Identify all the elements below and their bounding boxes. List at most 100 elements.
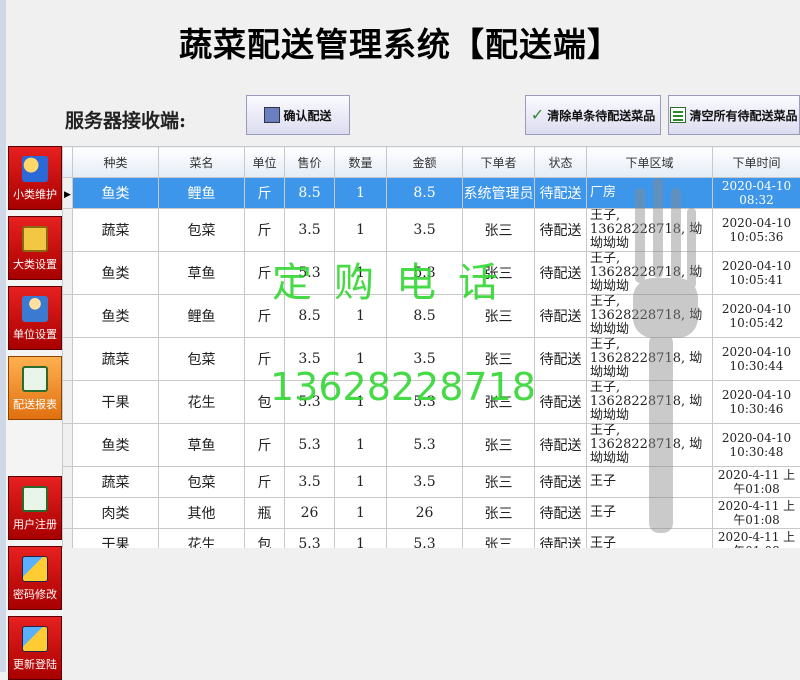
- table-cell: 5.3: [285, 529, 335, 549]
- table-cell: 2020-4-11 上午01:08: [713, 529, 800, 549]
- sidebar-item-password[interactable]: 密码修改: [8, 546, 62, 610]
- column-header[interactable]: 售价: [285, 147, 335, 178]
- table-cell: 2020-04-10 10:30:44: [713, 338, 800, 381]
- row-selector[interactable]: [63, 498, 73, 529]
- table-cell: 1: [335, 467, 387, 498]
- table-cell: 斤: [245, 209, 285, 252]
- table-cell: 包菜: [159, 209, 245, 252]
- row-selector[interactable]: ▶: [63, 178, 73, 209]
- table-cell: 待配送: [535, 467, 587, 498]
- sidebar-item-category[interactable]: 大类设置: [8, 216, 62, 280]
- table-cell: 1: [335, 209, 387, 252]
- watermark-phone: 13628228718: [270, 365, 536, 409]
- table-cell: 3.5: [387, 209, 463, 252]
- sidebar-item-subcategory[interactable]: 小类维护: [8, 146, 62, 210]
- column-header[interactable]: 数量: [335, 147, 387, 178]
- table-cell: 2020-4-11 上午01:08: [713, 467, 800, 498]
- table-cell: 5.3: [387, 529, 463, 549]
- table-cell: 张三: [463, 424, 535, 467]
- check-edit-icon: ✓: [531, 107, 544, 123]
- row-selector[interactable]: [63, 295, 73, 338]
- row-selector[interactable]: [63, 381, 73, 424]
- sidebar-item-relogin[interactable]: 更新登陆: [8, 616, 62, 680]
- sidebar-item-label: 小类维护: [9, 186, 61, 202]
- row-selector[interactable]: [63, 338, 73, 381]
- table-header-row: 种类 菜名 单位 售价 数量 金额 下单者 状态 下单区域 下单时间: [63, 147, 800, 178]
- table-cell: 2020-04-10 10:30:48: [713, 424, 800, 467]
- table-cell: 包: [245, 529, 285, 549]
- sidebar-item-report[interactable]: 配送报表: [8, 356, 62, 420]
- row-selector[interactable]: [63, 209, 73, 252]
- column-header[interactable]: 状态: [535, 147, 587, 178]
- table-cell: 系统管理员: [463, 178, 535, 209]
- table-cell: 鲤鱼: [159, 295, 245, 338]
- table-cell: 2020-4-11 上午01:08: [713, 498, 800, 529]
- table-cell: 瓶: [245, 498, 285, 529]
- table-cell: 3.5: [387, 467, 463, 498]
- current-row-arrow-icon: ▶: [64, 190, 71, 200]
- row-selector[interactable]: [63, 252, 73, 295]
- table-cell: 待配送: [535, 209, 587, 252]
- table-cell: 2020-04-10 10:05:42: [713, 295, 800, 338]
- sidebar-item-unit[interactable]: 单位设置: [8, 286, 62, 350]
- clear-all-button[interactable]: 清空所有待配送菜品: [668, 95, 800, 135]
- clear-sheet-icon: [670, 107, 686, 123]
- table-cell: 包菜: [159, 467, 245, 498]
- sidebar-item-label: 配送报表: [9, 396, 61, 412]
- table-cell: 干果: [73, 381, 159, 424]
- table-cell: 2020-04-10 08:32: [713, 178, 800, 209]
- table-cell: 待配送: [535, 529, 587, 549]
- table-cell: 26: [285, 498, 335, 529]
- page-title: 蔬菜配送管理系统【配送端】: [0, 18, 800, 66]
- clear-one-label: 清除单条待配送菜品: [547, 107, 655, 124]
- column-header[interactable]: 菜名: [159, 147, 245, 178]
- watermark-hand-icon: [615, 178, 705, 548]
- table-cell: 3.5: [285, 467, 335, 498]
- column-header[interactable]: 种类: [73, 147, 159, 178]
- table-cell: 2020-04-10 10:05:36: [713, 209, 800, 252]
- server-label: 服务器接收端:: [65, 106, 186, 133]
- table-cell: 鱼类: [73, 252, 159, 295]
- table-cell: 2020-04-10 10:05:41: [713, 252, 800, 295]
- table-cell: 蔬菜: [73, 209, 159, 252]
- clear-one-button[interactable]: ✓ 清除单条待配送菜品: [525, 95, 661, 135]
- row-selector[interactable]: [63, 529, 73, 549]
- table-cell: 1: [335, 178, 387, 209]
- table-cell: 鱼类: [73, 295, 159, 338]
- row-selector-header: [63, 147, 73, 178]
- users-icon: [22, 156, 48, 182]
- confirm-delivery-button[interactable]: 确认配送: [246, 95, 350, 135]
- column-header[interactable]: 下单时间: [713, 147, 800, 178]
- table-cell: 2020-04-10 10:30:46: [713, 381, 800, 424]
- table-cell: 斤: [245, 178, 285, 209]
- sidebar-item-label: 更新登陆: [9, 656, 61, 672]
- table-cell: 张三: [463, 209, 535, 252]
- table-cell: 干果: [73, 529, 159, 549]
- table-cell: 待配送: [535, 178, 587, 209]
- sidebar-item-register[interactable]: 用户注册: [8, 476, 62, 540]
- row-selector[interactable]: [63, 467, 73, 498]
- column-header[interactable]: 单位: [245, 147, 285, 178]
- table-cell: 张三: [463, 529, 535, 549]
- table-cell: 鱼类: [73, 178, 159, 209]
- table-cell: 1: [335, 498, 387, 529]
- lock-icon: [22, 226, 48, 252]
- table-cell: 8.5: [387, 178, 463, 209]
- row-selector[interactable]: [63, 424, 73, 467]
- table-cell: 1: [335, 424, 387, 467]
- table-cell: 其他: [159, 498, 245, 529]
- table-cell: 肉类: [73, 498, 159, 529]
- table-cell: 鱼类: [73, 424, 159, 467]
- table-cell: 待配送: [535, 381, 587, 424]
- column-header[interactable]: 下单区域: [587, 147, 713, 178]
- table-cell: 花生: [159, 381, 245, 424]
- person-icon: [22, 296, 48, 322]
- column-header[interactable]: 下单者: [463, 147, 535, 178]
- table-cell: 花生: [159, 529, 245, 549]
- table-cell: 蔬菜: [73, 338, 159, 381]
- table-cell: 待配送: [535, 252, 587, 295]
- column-header[interactable]: 金额: [387, 147, 463, 178]
- sidebar: 小类维护 大类设置 单位设置 配送报表 用户注册 密码修改 更新登陆: [6, 146, 62, 672]
- table-cell: 包菜: [159, 338, 245, 381]
- table-cell: 8.5: [285, 178, 335, 209]
